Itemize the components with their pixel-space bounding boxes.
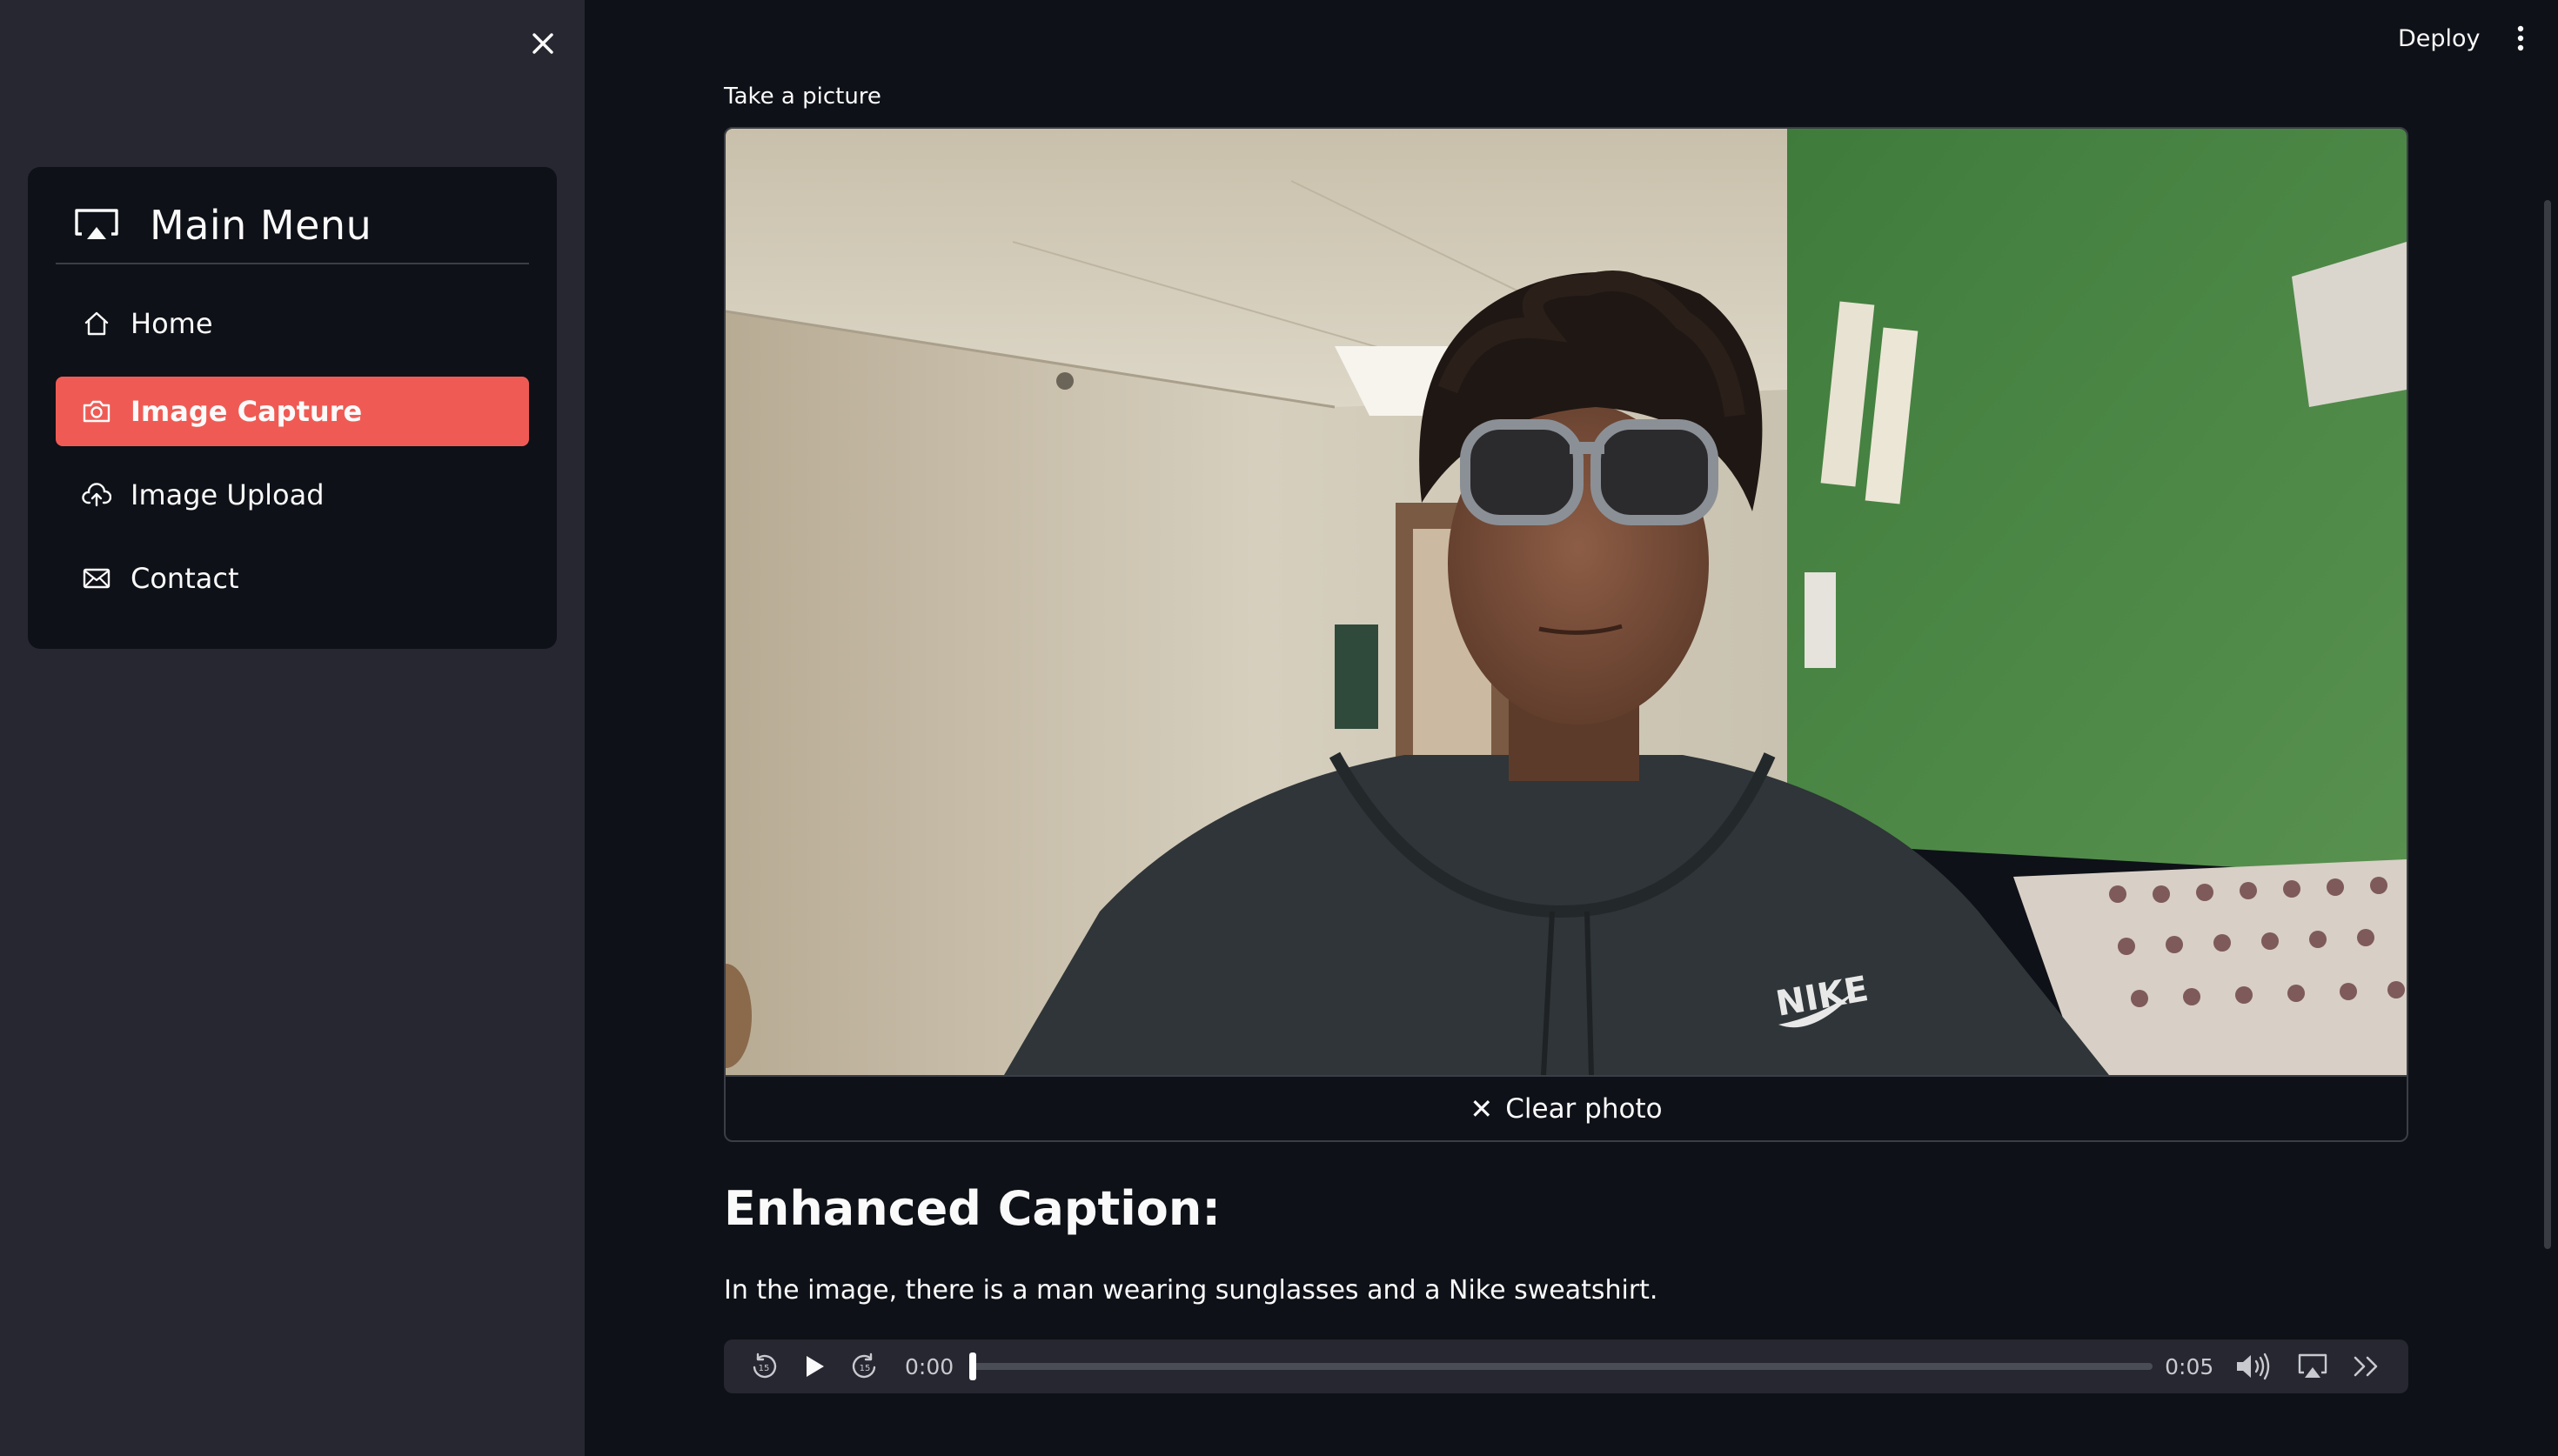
svg-text:15: 15 [759,1364,770,1373]
close-icon [532,33,553,54]
airplay-icon [2299,1353,2327,1378]
rewind-15-icon: 15 [753,1352,777,1379]
cast-display-icon [73,208,120,243]
menu-title: Main Menu [150,202,372,249]
close-icon: ✕ [1470,1092,1494,1125]
more-controls-button[interactable] [2346,1354,2387,1379]
camera-input-label: Take a picture [724,83,881,110]
clear-photo-button[interactable]: ✕ Clear photo [726,1075,2407,1140]
main-menu-button[interactable] [2501,17,2541,59]
forward-15-icon: 15 [852,1352,876,1379]
camera-icon [82,397,111,426]
sidebar-item-image-capture[interactable]: Image Capture [56,377,529,446]
clear-photo-label: Clear photo [1505,1092,1663,1125]
forward-15-button[interactable]: 15 [846,1352,884,1380]
volume-icon [2237,1352,2270,1380]
sidebar-item-image-upload[interactable]: Image Upload [56,460,529,530]
sidebar-item-home[interactable]: Home [56,289,529,358]
double-chevron-right-icon [2354,1356,2378,1377]
play-button[interactable] [795,1354,834,1379]
main-menu: Main Menu Home Image Capture Image Uploa… [28,167,557,649]
sidebar-item-contact[interactable]: Contact [56,544,529,613]
svg-text:15: 15 [860,1364,871,1373]
captured-photo: NIKE [726,129,2407,1075]
house-icon [82,309,111,338]
caption-heading: Enhanced Caption: [724,1181,1221,1236]
airplay-button[interactable] [2292,1353,2334,1379]
current-time: 0:00 [905,1353,954,1379]
envelope-icon [82,564,111,593]
camera-input: NIKE ✕ Clear photo [724,127,2408,1142]
sidebar: Main Menu Home Image Capture Image Uploa… [0,0,585,1456]
scrollbar[interactable] [2544,200,2551,1249]
more-vertical-icon [2517,25,2524,51]
seek-thumb[interactable] [969,1352,977,1380]
close-sidebar-button[interactable] [522,23,564,64]
duration: 0:05 [2165,1353,2214,1379]
caption-text: In the image, there is a man wearing sun… [724,1275,1658,1306]
sidebar-item-label: Image Capture [131,395,363,428]
rewind-15-button[interactable]: 15 [745,1352,783,1380]
deploy-button[interactable]: Deploy [2384,17,2494,59]
audio-seek-slider[interactable] [969,1352,2153,1380]
cloud-upload-icon [82,480,111,510]
sidebar-item-label: Image Upload [131,478,325,511]
sidebar-item-label: Home [131,307,213,340]
menu-header: Main Menu [56,188,529,264]
volume-button[interactable] [2234,1352,2276,1380]
sidebar-item-label: Contact [131,562,239,595]
audio-player: 15 15 0:00 0:05 [724,1339,2408,1393]
play-icon [807,1356,824,1377]
